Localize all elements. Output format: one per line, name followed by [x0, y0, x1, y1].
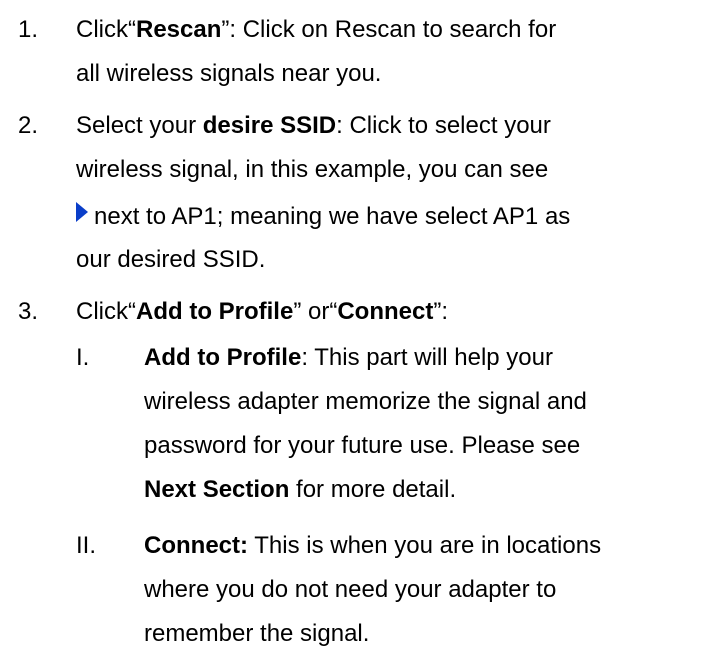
sub-item-text: Add to Profile: This part will help your… — [144, 336, 704, 512]
text-run: Select your — [76, 112, 203, 139]
bold-term: Next Section — [144, 476, 290, 503]
text-run: Click“ — [76, 298, 136, 325]
text-run: ”: — [433, 298, 448, 325]
item-number: 3. — [18, 298, 39, 325]
text-line: remember the signal. — [144, 620, 370, 647]
item-text: Click“Rescan”: Click on Rescan to search… — [76, 8, 706, 96]
text-line: wireless signal, in this example, you ca… — [76, 156, 549, 183]
text-line: where you do not need your adapter to — [144, 576, 557, 603]
text-line: next to AP1; meaning we have select AP1 … — [94, 203, 571, 230]
text-line: wireless adapter memorize the signal and — [144, 388, 587, 415]
selected-triangle-icon — [76, 202, 88, 222]
bold-term: Add to Profile — [144, 344, 302, 371]
item-number: 2. — [18, 112, 39, 139]
sub-item-number: II. — [76, 532, 97, 559]
text-run: for more detail. — [289, 476, 457, 503]
text-run: ”: Click on Rescan to search for — [221, 16, 557, 43]
bold-term: Add to Profile — [136, 298, 294, 325]
bold-term: Connect — [337, 298, 434, 325]
bold-term: Rescan — [136, 16, 222, 43]
text-run: : This part will help your — [301, 344, 553, 371]
text-run: Click“ — [76, 16, 136, 43]
text-line: all wireless signals near you. — [76, 60, 382, 87]
item-number: 1. — [18, 16, 39, 43]
bold-term: desire SSID — [202, 112, 337, 139]
text-run: : Click to select your — [336, 112, 551, 139]
sub-item-number: I. — [76, 344, 90, 371]
text-run: ” or“ — [293, 298, 338, 325]
item-text: Click“Add to Profile” or“Connect”: — [76, 290, 706, 334]
bold-term: Connect: — [144, 532, 248, 559]
text-line: password for your future use. Please see — [144, 432, 581, 459]
sub-item-text: Connect: This is when you are in locatio… — [144, 524, 704, 656]
item-text: Select your desire SSID: Click to select… — [76, 104, 706, 278]
text-line: our desired SSID. — [76, 246, 266, 273]
text-run: This is when you are in locations — [248, 532, 602, 559]
